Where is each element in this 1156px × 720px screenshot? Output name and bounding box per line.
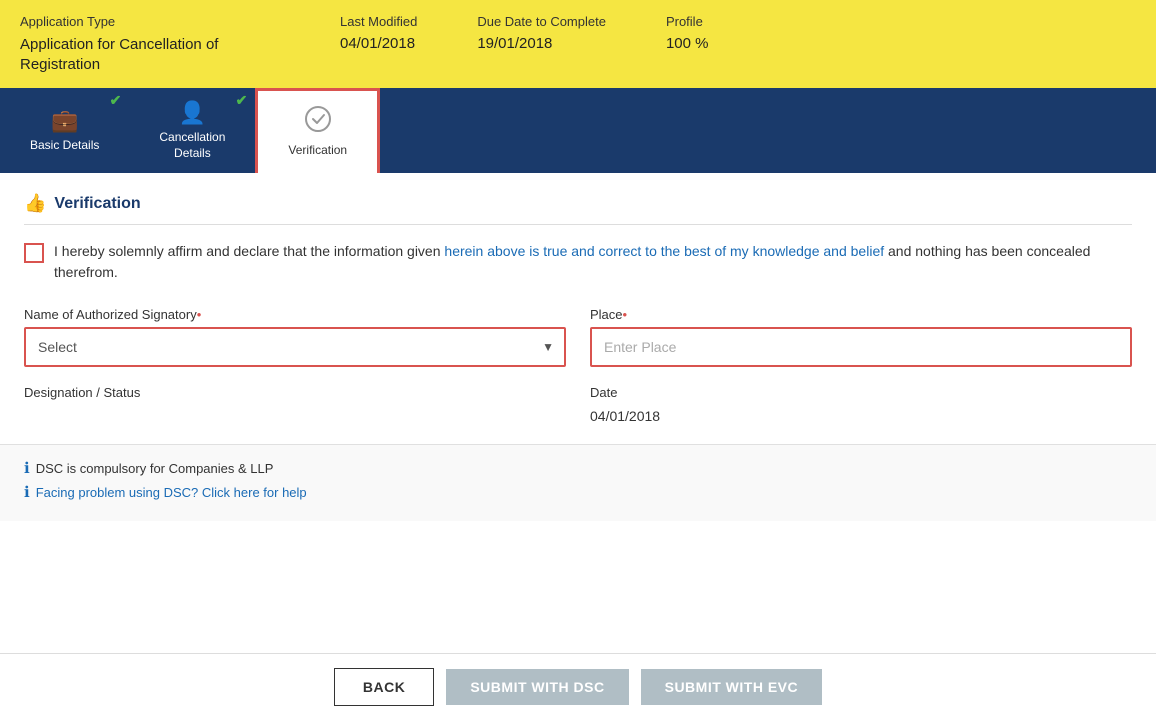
dsc-note-text: DSC is compulsory for Companies & LLP: [36, 461, 274, 476]
tab-check-basic: ✔: [110, 92, 122, 109]
app-type-value: Application for Cancellation of Registra…: [20, 35, 280, 74]
due-date-value: 19/01/2018: [477, 35, 606, 52]
designation-group: Designation / Status: [24, 385, 566, 424]
dsc-help-line: ℹ Facing problem using DSC? Click here f…: [24, 483, 1132, 501]
section-title-text: Verification: [54, 195, 140, 213]
footer-bar: BACK SUBMIT WITH DSC SUBMIT WITH EVC: [0, 653, 1156, 720]
checkmark-icon: [304, 105, 332, 139]
tab-check-cancellation: ✔: [236, 92, 248, 109]
declaration-checkbox[interactable]: [24, 243, 44, 263]
submit-evc-button[interactable]: SUBMIT WITH EVC: [641, 669, 823, 705]
info-section: ℹ DSC is compulsory for Companies & LLP …: [0, 444, 1156, 521]
due-date-label: Due Date to Complete: [477, 14, 606, 29]
signatory-place-row: Name of Authorized Signatory• Select ▼ P…: [24, 307, 1132, 367]
date-group: Date 04/01/2018: [590, 385, 1132, 424]
app-type-label: Application Type: [20, 14, 280, 29]
info-icon-dsc: ℹ: [24, 459, 30, 477]
submit-dsc-button[interactable]: SUBMIT WITH DSC: [446, 669, 628, 705]
signatory-group: Name of Authorized Signatory• Select ▼: [24, 307, 566, 367]
signatory-select[interactable]: Select: [26, 329, 564, 365]
declaration-text: I hereby solemnly affirm and declare tha…: [54, 241, 1132, 283]
header-bar: Application Type Application for Cancell…: [0, 0, 1156, 88]
tab-verification-label: Verification: [288, 143, 347, 159]
place-label: Place•: [590, 307, 1132, 322]
signatory-label: Name of Authorized Signatory•: [24, 307, 566, 322]
tab-cancellation-label: CancellationDetails: [159, 130, 225, 161]
profile-label: Profile: [666, 14, 709, 29]
dsc-note-line: ℹ DSC is compulsory for Companies & LLP: [24, 459, 1132, 477]
back-button[interactable]: BACK: [334, 668, 434, 706]
tab-basic-details[interactable]: ✔ 💼 Basic Details: [0, 88, 129, 173]
profile-col: Profile 100 %: [666, 14, 709, 52]
profile-value: 100 %: [666, 35, 709, 52]
place-required: •: [623, 307, 628, 322]
signatory-required: •: [197, 307, 202, 322]
thumbsup-icon: 👍: [24, 193, 46, 214]
signatory-select-wrapper: Select ▼: [24, 327, 566, 367]
place-input[interactable]: [590, 327, 1132, 367]
info-icon-help: ℹ: [24, 483, 30, 501]
date-value: 04/01/2018: [590, 404, 1132, 424]
last-modified-value: 04/01/2018: [340, 35, 417, 52]
last-modified-label: Last Modified: [340, 14, 417, 29]
designation-date-row: Designation / Status Date 04/01/2018: [24, 385, 1132, 424]
section-title: 👍 Verification: [24, 193, 1132, 225]
declaration-row: I hereby solemnly affirm and declare tha…: [24, 241, 1132, 283]
tab-cancellation-details[interactable]: ✔ 👤 CancellationDetails: [129, 88, 255, 173]
due-date-col: Due Date to Complete 19/01/2018: [477, 14, 606, 52]
tab-nav: ✔ 💼 Basic Details ✔ 👤 CancellationDetail…: [0, 88, 1156, 173]
tab-basic-label: Basic Details: [30, 138, 99, 154]
tab-verification[interactable]: Verification: [255, 88, 380, 173]
place-group: Place•: [590, 307, 1132, 367]
briefcase-icon: 💼: [51, 108, 78, 134]
app-type-col: Application Type Application for Cancell…: [20, 14, 280, 74]
declaration-highlight: herein above is true and correct to the …: [444, 243, 884, 259]
designation-label: Designation / Status: [24, 385, 566, 400]
date-label: Date: [590, 385, 1132, 400]
main-content: 👍 Verification I hereby solemnly affirm …: [0, 173, 1156, 653]
person-icon: 👤: [179, 100, 206, 126]
dsc-help-link[interactable]: Facing problem using DSC? Click here for…: [36, 485, 307, 500]
last-modified-col: Last Modified 04/01/2018: [340, 14, 417, 52]
